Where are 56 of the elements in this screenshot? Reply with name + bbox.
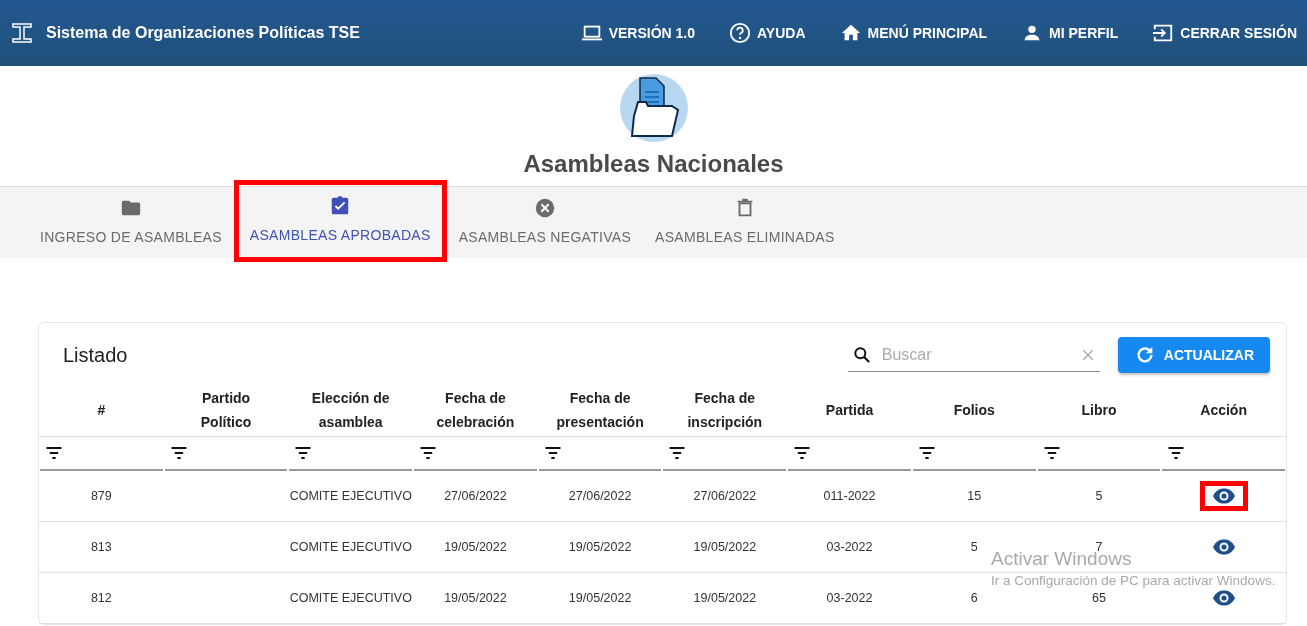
column-header[interactable]: Fecha de presentación: [550, 385, 651, 434]
os-activation-text: Ir a Configuración de PC para activar Windows.: [991, 574, 1276, 588]
menu-item[interactable]: CERRAR SESIÓN: [1152, 22, 1297, 44]
menu-item[interactable]: VERSIÓN 1.0: [580, 22, 696, 44]
menu-item[interactable]: MENÚ PRINCIPAL: [839, 22, 988, 44]
table-cell: 011-2022: [823, 489, 876, 503]
table-cell: 03-2022: [826, 591, 873, 605]
table-cell: COMITE EJECUTIVO: [289, 591, 412, 605]
table-cell: 5: [970, 540, 978, 554]
table-cell: 27/06/2022: [568, 489, 632, 503]
tab[interactable]: ASAMBLEAS ELIMINADAS: [643, 186, 847, 259]
table-cell: COMITE EJECUTIVO: [289, 540, 412, 554]
column-header[interactable]: Fecha de celebración: [425, 385, 526, 434]
column-header[interactable]: Fecha de inscripción: [674, 385, 775, 434]
table-cell: 03-2022: [826, 540, 873, 554]
menu-item[interactable]: MI PERFIL: [1021, 22, 1119, 44]
list-title: Listado: [63, 343, 128, 368]
column-header[interactable]: Partida: [825, 397, 874, 422]
table-cell: COMITE EJECUTIVO: [289, 489, 412, 503]
help-icon: [729, 22, 752, 44]
column-header[interactable]: #: [97, 397, 106, 422]
tab[interactable]: ASAMBLEAS APROBADAS: [233, 179, 447, 262]
logout-icon: [1152, 22, 1175, 44]
table-cell: 19/05/2022: [568, 540, 632, 554]
column-header[interactable]: Elección de asamblea: [300, 385, 401, 434]
search-icon: [851, 344, 872, 365]
page-title: Asambleas Nacionales: [523, 149, 784, 179]
table-cell: 65: [1092, 591, 1106, 605]
table-cell: 19/05/2022: [693, 591, 757, 605]
column-header[interactable]: Partido Político: [176, 385, 277, 434]
column-header[interactable]: Acción: [1200, 397, 1247, 422]
table-cell: 27/06/2022: [693, 489, 757, 503]
table-cell: 27/06/2022: [444, 489, 507, 503]
table-cell: 813: [90, 540, 112, 554]
tab[interactable]: ASAMBLEAS NEGATIVAS: [446, 186, 644, 259]
eye-icon: [1211, 539, 1236, 555]
cancel-icon: [533, 197, 556, 219]
table-cell: 5: [1095, 489, 1103, 503]
column-header[interactable]: Libro: [1081, 397, 1117, 422]
refresh-button[interactable]: ACTUALIZAR: [1117, 337, 1270, 373]
eye-icon: [1211, 488, 1236, 504]
table-cell: 19/05/2022: [693, 540, 757, 554]
table-cell: 19/05/2022: [568, 591, 632, 605]
table-cell: 879: [90, 489, 112, 503]
table-cell: 15: [967, 489, 982, 503]
table-cell: 6: [970, 591, 978, 605]
app-title: Sistema de Organizaciones Políticas TSE: [46, 23, 360, 43]
menu-item[interactable]: AYUDA: [729, 22, 806, 44]
table-cell: 19/05/2022: [444, 540, 507, 554]
column-header[interactable]: Folios: [953, 397, 995, 422]
eye-icon: [1211, 590, 1236, 606]
table-cell: 812: [90, 591, 112, 605]
logo-icon: [10, 21, 34, 45]
folder-document-drawing: [619, 74, 688, 142]
table-cell: 19/05/2022: [444, 591, 507, 605]
tab[interactable]: INGRESO DE ASAMBLEAS: [28, 186, 234, 259]
